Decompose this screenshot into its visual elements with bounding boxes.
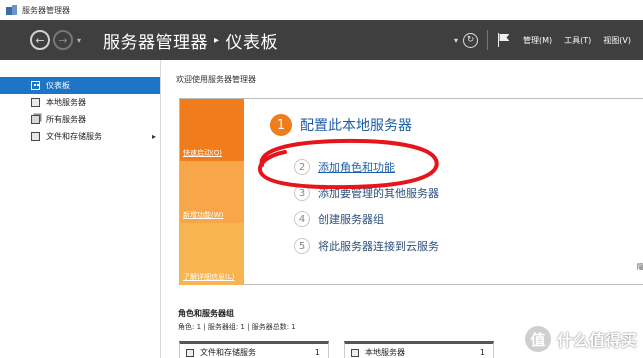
welcome-panel: 快速启动(Q) 新增功能(W) 了解详细信息(L) 1 配置此本地服务器 2 添…	[179, 98, 643, 285]
role-card-name: 本地服务器	[365, 348, 405, 357]
step-add-roles-features[interactable]: 2 添加角色和功能	[294, 159, 395, 175]
roles-summary: 角色: 1 | 服务器组: 1 | 服务器总数: 1	[178, 323, 296, 331]
step-link[interactable]: 添加要管理的其他服务器	[318, 185, 439, 201]
forward-arrow-icon[interactable]: →	[53, 30, 73, 50]
main-content: 欢迎使用服务器管理器 快速启动(Q) 新增功能(W) 了解详细信息(L) 1 配…	[162, 60, 643, 358]
step-link[interactable]: 将此服务器连接到云服务	[318, 238, 439, 254]
dashboard-icon	[31, 81, 40, 90]
step-create-server-group[interactable]: 4 创建服务器组	[294, 211, 384, 227]
tile-whats-new[interactable]: 新增功能(W)	[180, 161, 244, 223]
menu-view[interactable]: 视图(V)	[603, 35, 631, 46]
roles-section-title: 角色和服务器组	[178, 309, 234, 318]
tile-label: 了解详细信息(L)	[183, 273, 235, 281]
tile-label: 快速启动(Q)	[183, 149, 222, 157]
sidebar-item-dashboard[interactable]: 仪表板	[0, 77, 160, 94]
step-configure-local-server[interactable]: 1 配置此本地服务器	[270, 114, 412, 136]
welcome-heading: 欢迎使用服务器管理器	[176, 75, 256, 84]
sidebar-item-all-servers[interactable]: 所有服务器	[0, 111, 160, 128]
window-titlebar: 服务器管理器	[0, 0, 643, 20]
sidebar-item-file-storage[interactable]: 文件和存储服务 ▸	[0, 128, 160, 145]
nav-right-controls: ▾ ↻ 管理(M) 工具(T) 视图(V)	[454, 20, 643, 60]
watermark: 值 什么值得买	[524, 326, 637, 352]
sidebar-item-label: 本地服务器	[46, 98, 86, 107]
breadcrumb-current: 仪表板	[225, 32, 279, 53]
back-arrow-icon[interactable]: ←	[30, 30, 50, 50]
watermark-logo: 值	[524, 326, 551, 352]
step-link[interactable]: 创建服务器组	[318, 211, 384, 227]
role-card-name: 文件和存储服务	[200, 348, 256, 357]
step-number: 2	[294, 159, 310, 175]
role-card-count: 1	[479, 348, 485, 357]
step-link[interactable]: 添加角色和功能	[318, 159, 395, 175]
breadcrumb-separator: ▸	[214, 34, 220, 46]
menu-manage[interactable]: 管理(M)	[523, 35, 552, 46]
sidebar-item-local-server[interactable]: 本地服务器	[0, 94, 160, 111]
sidebar-item-label: 文件和存储服务	[46, 132, 102, 141]
role-card-count: 1	[314, 348, 320, 357]
sidebar-item-label: 所有服务器	[46, 115, 86, 124]
step-add-other-servers[interactable]: 3 添加要管理的其他服务器	[294, 185, 439, 201]
window-title: 服务器管理器	[22, 5, 70, 15]
chevron-right-icon[interactable]: ▸	[152, 132, 156, 141]
history-dropdown-icon[interactable]: ▾	[77, 36, 81, 45]
server-icon	[31, 98, 40, 107]
server-manager-app-icon	[6, 4, 17, 16]
breadcrumb-root[interactable]: 服务器管理器	[103, 28, 208, 53]
step-connect-cloud[interactable]: 5 将此服务器连接到云服务	[294, 238, 439, 254]
navigation-bar: ← → ▾ 服务器管理器 ▸ 仪表板 ▾ ↻ 管理(M) 工具(T) 视图(V)	[0, 20, 643, 60]
step-number: 4	[294, 211, 310, 227]
server-icon	[351, 348, 359, 357]
role-card-local-server[interactable]: 本地服务器 1	[344, 341, 494, 358]
tile-quick-start[interactable]: 快速启动(Q)	[180, 99, 244, 161]
nav-divider	[486, 30, 488, 50]
refresh-icon[interactable]: ↻	[462, 32, 478, 48]
watermark-text: 什么值得买	[556, 331, 637, 350]
step-number: 1	[270, 114, 292, 136]
step-link[interactable]: 配置此本地服务器	[300, 115, 412, 135]
step-number: 3	[294, 185, 310, 201]
breadcrumb: 服务器管理器 ▸ 仪表板	[103, 28, 278, 53]
hide-link[interactable]: 隐	[637, 262, 643, 272]
step-number: 5	[294, 238, 310, 254]
notifications-flag-icon[interactable]	[497, 33, 511, 47]
tile-learn-more[interactable]: 了解详细信息(L)	[180, 223, 244, 285]
sidebar-item-label: 仪表板	[46, 81, 70, 90]
tile-label: 新增功能(W)	[183, 211, 224, 219]
menu-tools[interactable]: 工具(T)	[564, 35, 591, 46]
file-storage-icon	[186, 348, 194, 357]
role-card-file-storage[interactable]: 文件和存储服务 1	[179, 341, 329, 358]
file-storage-icon	[31, 132, 40, 141]
sidebar: 仪表板 本地服务器 所有服务器 文件和存储服务 ▸	[0, 60, 161, 358]
refresh-dropdown-icon[interactable]: ▾	[454, 36, 458, 45]
servers-icon	[31, 115, 40, 124]
